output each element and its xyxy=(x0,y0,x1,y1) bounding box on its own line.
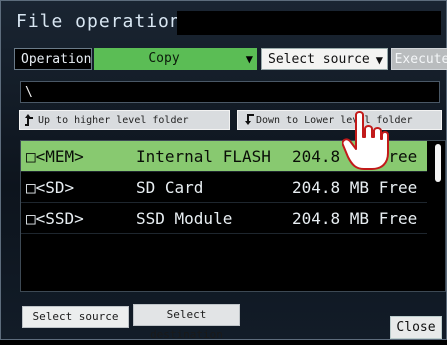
select-source-dropdown[interactable]: Select source ▼ xyxy=(261,48,388,70)
free-space: 204.8 MB Free xyxy=(292,178,418,197)
select-source-button[interactable]: Select source xyxy=(22,306,129,328)
down-arrow-icon xyxy=(245,114,254,125)
operation-row: Operation Copy ▼ Select source ▼ Execute xyxy=(14,48,447,72)
up-folder-label: Up to higher level folder xyxy=(38,115,189,126)
dropdown-arrow-icon: ▼ xyxy=(245,52,253,66)
close-button[interactable]: Close xyxy=(390,316,442,339)
list-item[interactable]: □<SSD> SSD Module 204.8 MB Free xyxy=(21,203,427,234)
list-item[interactable]: □<MEM> Internal FLASH 204.8 MB Free xyxy=(21,141,427,172)
free-space: 204.8 MB Free xyxy=(292,147,418,166)
free-space: 204.8 MB Free xyxy=(292,209,418,228)
drive-label: □<SD> xyxy=(26,178,75,197)
storage-name: SSD Module xyxy=(136,209,233,228)
list-scrollbar[interactable] xyxy=(432,141,445,291)
title-bar-blank xyxy=(177,11,441,35)
down-folder-label: Down to Lower level folder xyxy=(256,115,413,126)
up-folder-button[interactable]: Up to higher level folder xyxy=(19,110,230,130)
operation-value: Copy xyxy=(148,51,180,66)
file-operation-window: File operation Operation Copy ▼ Select s… xyxy=(0,0,447,341)
dropdown-arrow-icon: ▼ xyxy=(375,53,383,67)
list-item[interactable]: □<SD> SD Card 204.8 MB Free xyxy=(21,172,427,203)
window-title: File operation xyxy=(16,11,182,32)
operation-label: Operation xyxy=(14,48,92,70)
storage-name: Internal FLASH xyxy=(136,147,271,166)
current-path: \ xyxy=(20,81,440,103)
file-list: □<MEM> Internal FLASH 204.8 MB Free □<SD… xyxy=(20,140,446,292)
select-destination-button[interactable]: Select destination xyxy=(133,304,240,341)
select-source-label: Select source xyxy=(268,52,370,67)
operation-dropdown[interactable]: Copy ▼ xyxy=(94,48,257,70)
drive-label: □<SSD> xyxy=(26,209,84,228)
storage-name: SD Card xyxy=(136,178,204,197)
up-arrow-icon xyxy=(25,114,33,126)
drive-label: □<MEM> xyxy=(26,147,84,166)
down-folder-button[interactable]: Down to Lower level folder xyxy=(237,110,442,130)
execute-button[interactable]: Execute xyxy=(391,48,447,70)
scroll-thumb[interactable] xyxy=(435,144,441,182)
